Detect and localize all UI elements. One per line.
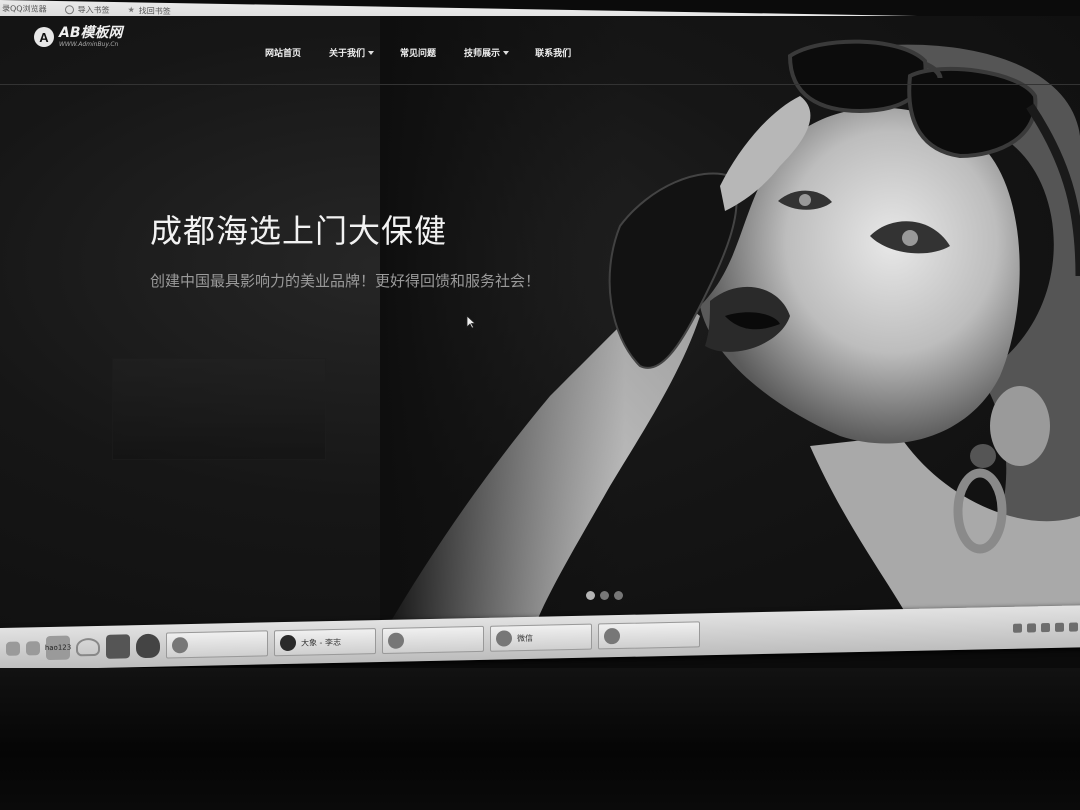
slider-dot[interactable] — [600, 591, 609, 600]
bookmark-label: 导入书签 — [77, 4, 110, 15]
qq-official-icon — [604, 628, 620, 645]
avatar-icon[interactable] — [106, 634, 130, 659]
window-label: 大象 - 李志 — [301, 637, 341, 648]
logo-name: AB模板网 — [59, 25, 123, 41]
bookmark-restore[interactable]: ★ 找回书签 — [128, 5, 171, 17]
tray-search-icon[interactable] — [1013, 623, 1022, 633]
website-viewport: A AB模板网 WWW.AdminBuy.Cn 网站首页 关于我们 常见问题 技… — [0, 16, 1080, 640]
monitor-bezel — [0, 668, 1080, 810]
system-tray — [1013, 621, 1080, 633]
slider-dots — [586, 591, 623, 600]
star-icon: ★ — [127, 5, 135, 15]
taskbar-window-browser[interactable] — [382, 625, 484, 654]
taskbar-window-qq[interactable] — [166, 630, 268, 659]
slider-dot[interactable] — [586, 591, 595, 600]
bookmark-label: 找回书签 — [138, 5, 171, 16]
bookmark-import[interactable]: 导入书签 — [64, 4, 110, 16]
taskbar-window-wechat[interactable]: 微信 — [490, 623, 592, 652]
nav-label: 技师展示 — [464, 49, 501, 59]
tray-volume-icon[interactable] — [1055, 622, 1064, 632]
mouse-cursor-icon — [466, 315, 476, 329]
caret-down-icon — [368, 50, 375, 55]
nav-item-contact[interactable]: 联系我们 — [535, 46, 571, 59]
site-header: A AB模板网 WWW.AdminBuy.Cn 网站首页 关于我们 常见问题 技… — [0, 16, 1080, 85]
window-label: 微信 — [517, 633, 533, 643]
nav-item-home[interactable]: 网站首页 — [265, 46, 301, 59]
slider-dot[interactable] — [614, 591, 623, 600]
cloud-icon[interactable] — [76, 637, 100, 657]
hero-subtitle: 创建中国最具影响力的美业品牌！更好得回馈和服务社会！ — [150, 272, 541, 290]
bookmark-qq-browser[interactable]: 录QQ浏览器 — [2, 3, 47, 15]
nav-item-faq[interactable]: 常见问题 — [400, 46, 436, 59]
tray-settings-icon[interactable] — [1027, 622, 1036, 632]
nav-item-technicians[interactable]: 技师展示 — [464, 46, 510, 59]
tray-network-icon[interactable] — [1041, 622, 1050, 632]
ie-browser-icon — [388, 632, 404, 649]
quick-launch-icon[interactable] — [26, 641, 40, 656]
qq-icon — [172, 637, 188, 654]
site-logo[interactable]: A AB模板网 WWW.AdminBuy.Cn — [34, 26, 123, 48]
nav-label: 关于我们 — [329, 49, 366, 59]
tray-input-icon[interactable] — [1069, 621, 1078, 632]
logo-mark-icon: A — [34, 27, 54, 47]
background-panel — [112, 358, 326, 460]
shield-icon[interactable] — [136, 633, 160, 659]
import-icon — [64, 4, 74, 14]
hao123-icon[interactable]: hao123 — [45, 635, 71, 661]
taskbar-window-qq-official[interactable] — [598, 621, 700, 650]
nav-label: 网站首页 — [265, 49, 302, 59]
main-nav: 网站首页 关于我们 常见问题 技师展示 联系我们 — [265, 46, 571, 59]
wechat-icon — [496, 630, 512, 647]
logo-url: WWW.AdminBuy.Cn — [59, 41, 119, 48]
nav-item-about[interactable]: 关于我们 — [329, 46, 375, 59]
nav-label: 常见问题 — [400, 49, 437, 59]
music-player-icon — [280, 634, 296, 652]
taskbar-window-music[interactable]: 大象 - 李志 — [274, 628, 376, 657]
bookmark-label: 录QQ浏览器 — [2, 3, 47, 14]
nav-label: 联系我们 — [535, 49, 572, 59]
show-desktop-icon[interactable] — [6, 641, 20, 656]
caret-down-icon — [503, 50, 510, 55]
hero-title: 成都海选上门大保健 — [150, 212, 448, 250]
hero-photo — [380, 16, 1080, 640]
